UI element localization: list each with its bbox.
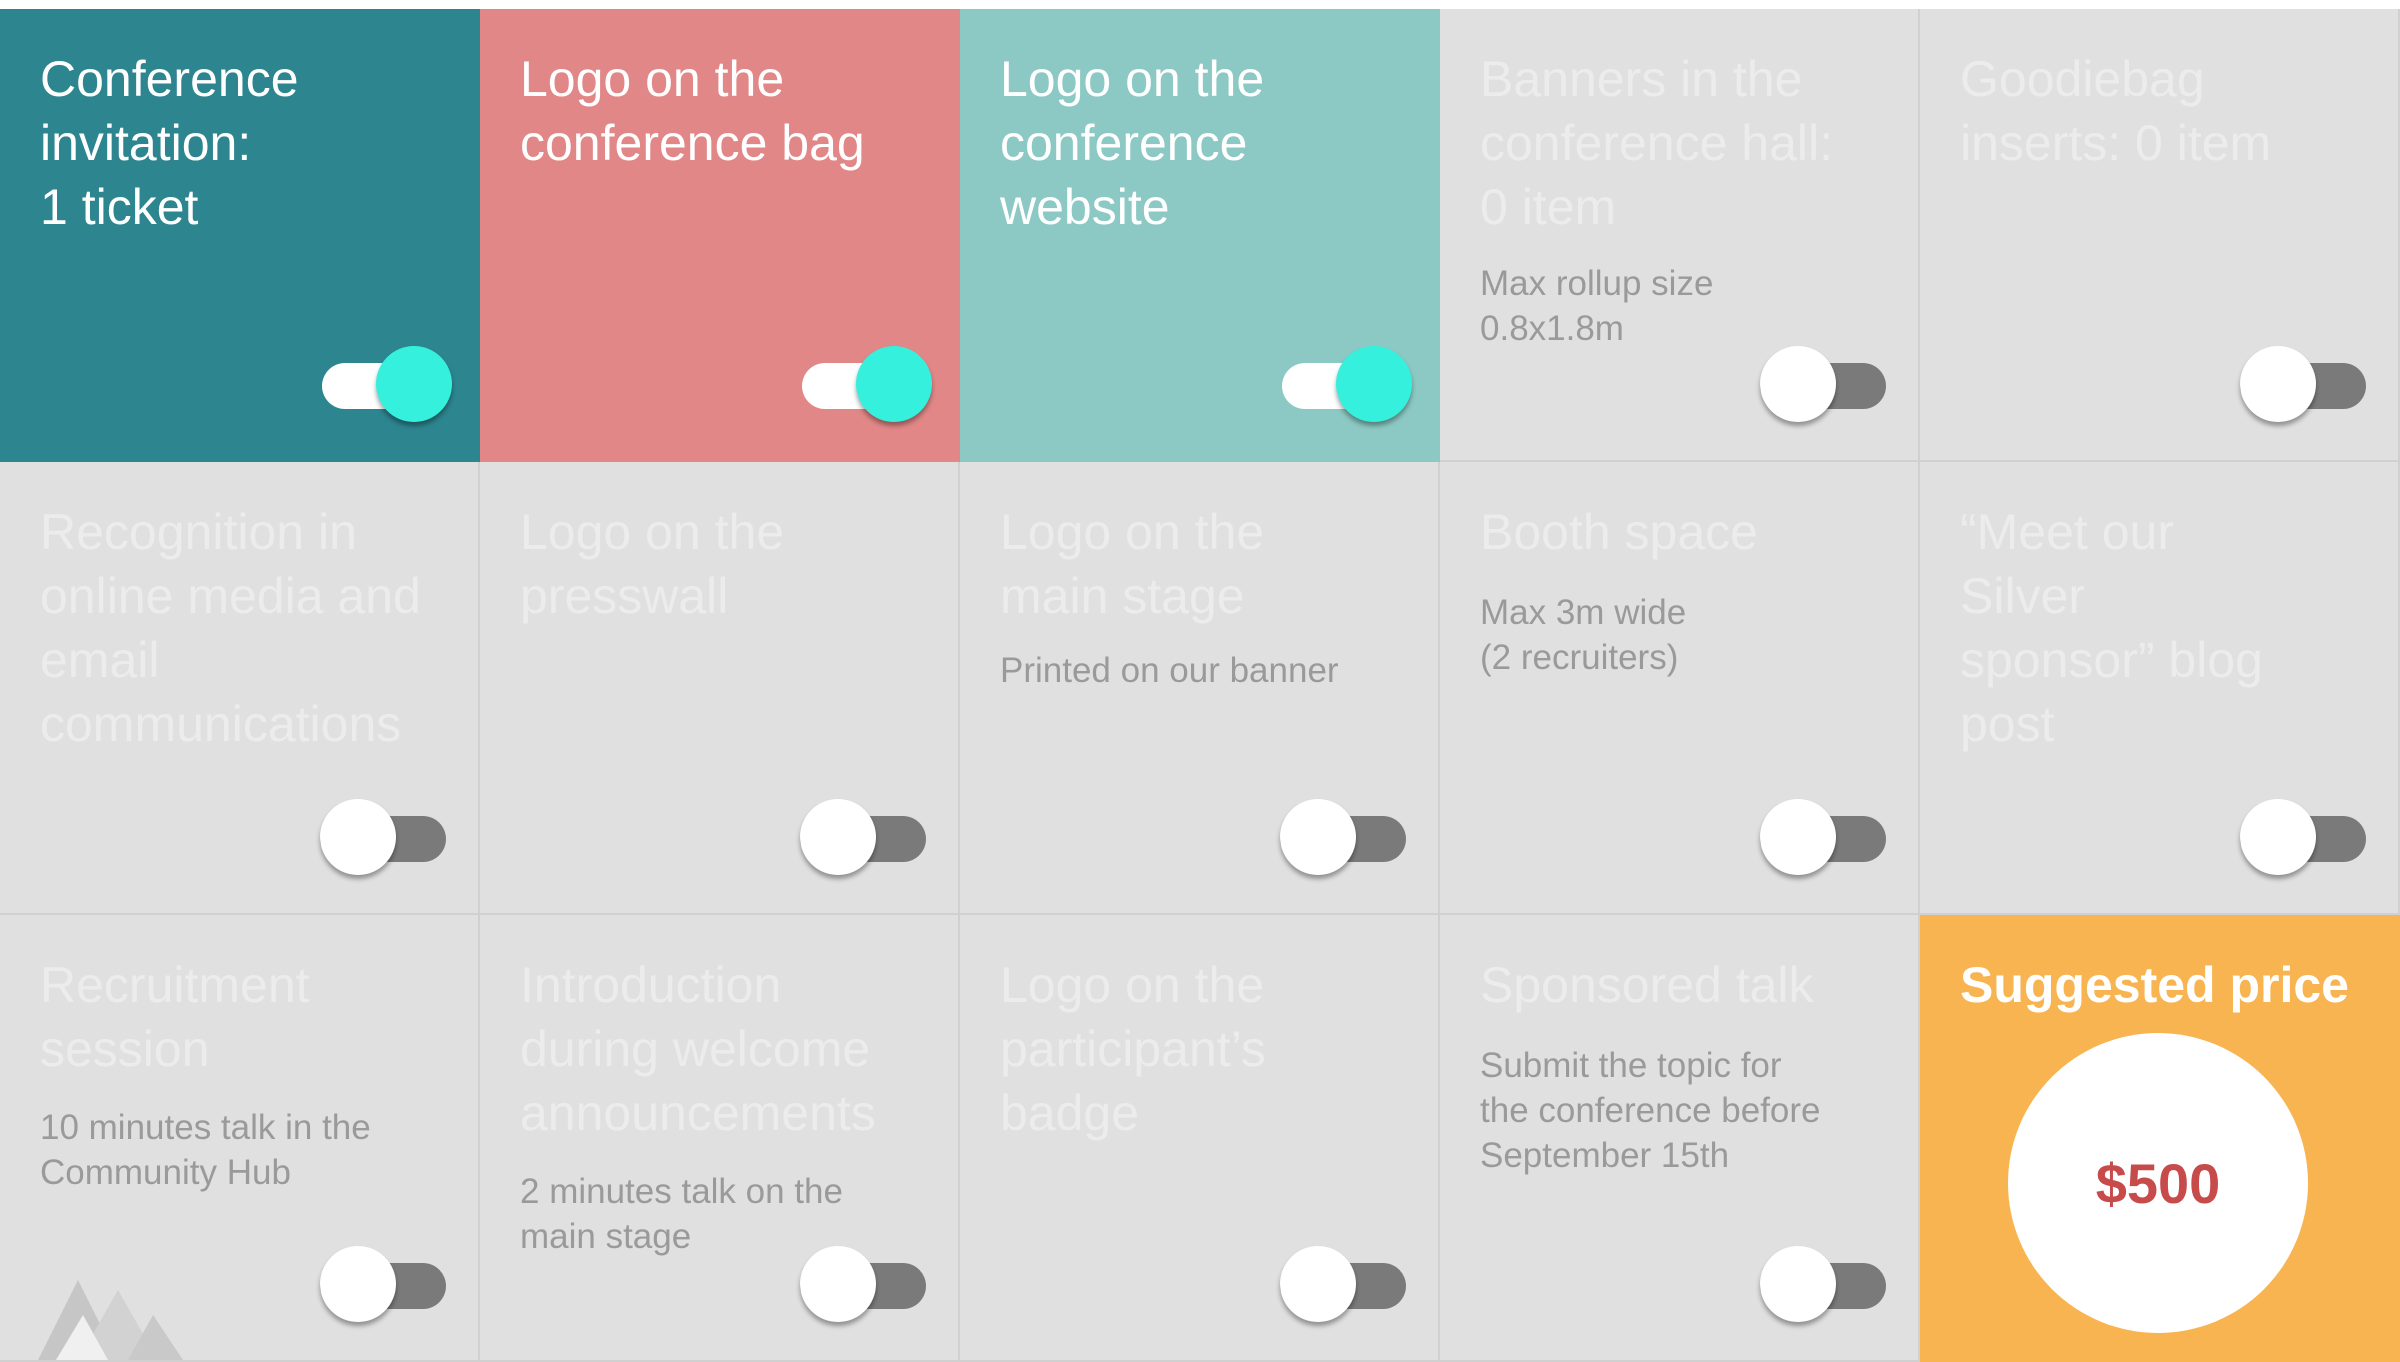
tile-title: “Meet our Silver sponsor” blog post <box>1960 504 2263 752</box>
toggle-switch[interactable] <box>800 346 932 426</box>
toggle-switch[interactable] <box>2240 346 2372 426</box>
tile-title: Logo on the presswall <box>520 504 785 624</box>
toggle-knob[interactable] <box>1336 346 1412 422</box>
tile-logo-presswall[interactable]: Logo on the presswall <box>480 462 960 915</box>
tile-title: Goodiebag inserts: 0 item <box>1960 51 2272 171</box>
toggle-switch[interactable] <box>800 799 932 879</box>
toggle-switch[interactable] <box>1280 799 1412 879</box>
toggle-knob[interactable] <box>320 1246 396 1322</box>
toggle-switch[interactable] <box>800 1246 932 1326</box>
toggle-knob[interactable] <box>2240 799 2316 875</box>
tile-subtitle: Submit the topic for the conference befo… <box>1480 1046 1821 1175</box>
suggested-price-value: $500 <box>2095 1151 2221 1215</box>
toggle-switch[interactable] <box>1760 346 1892 426</box>
tile-logo-main-stage[interactable]: Logo on the main stage Printed on our ba… <box>960 462 1440 915</box>
toggle-switch[interactable] <box>320 346 452 426</box>
toggle-switch[interactable] <box>1760 1246 1892 1326</box>
price-circle: $500 <box>2008 1033 2308 1333</box>
tile-title: Conference invitation: 1 ticket <box>40 51 299 235</box>
tile-banners-conference-hall[interactable]: Banners in the conference hall: 0 item M… <box>1440 9 1920 462</box>
tile-recognition-online-media[interactable]: Recognition in online media and email co… <box>0 462 480 915</box>
tile-title: Introduction during welcome announcement… <box>520 957 876 1141</box>
tile-subtitle: Max rollup size 0.8x1.8m <box>1480 264 1714 348</box>
tile-title: Sponsored talk <box>1480 957 1814 1013</box>
toggle-switch[interactable] <box>1280 346 1412 426</box>
toggle-knob[interactable] <box>1760 346 1836 422</box>
tile-subtitle: 10 minutes talk in the Community Hub <box>40 1108 371 1192</box>
toggle-switch[interactable] <box>320 1246 452 1326</box>
toggle-knob[interactable] <box>1280 799 1356 875</box>
toggle-knob[interactable] <box>2240 346 2316 422</box>
tile-title: Recognition in online media and email co… <box>40 504 421 752</box>
toggle-knob[interactable] <box>320 799 396 875</box>
tile-recruitment-session[interactable]: Recruitment session 10 minutes talk in t… <box>0 915 480 1362</box>
suggested-price-label: Suggested price <box>1960 957 2349 1013</box>
tile-title: Booth space <box>1480 504 1758 560</box>
tile-sponsored-talk[interactable]: Sponsored talk Submit the topic for the … <box>1440 915 1920 1362</box>
toggle-knob[interactable] <box>1760 799 1836 875</box>
toggle-switch[interactable] <box>1280 1246 1412 1326</box>
tile-title: Banners in the conference hall: 0 item <box>1480 51 1834 235</box>
toggle-switch[interactable] <box>320 799 452 879</box>
tile-silver-sponsor-blog-post[interactable]: “Meet our Silver sponsor” blog post <box>1920 462 2400 915</box>
toggle-knob[interactable] <box>800 1246 876 1322</box>
tile-logo-conference-bag[interactable]: Logo on the conference bag <box>480 9 960 462</box>
toggle-switch[interactable] <box>1760 799 1892 879</box>
tile-title: Logo on the conference website <box>1000 51 1265 235</box>
tile-title: Logo on the main stage <box>1000 504 1265 624</box>
tile-title: Logo on the conference bag <box>520 51 865 171</box>
tile-subtitle: Max 3m wide (2 recruiters) <box>1480 593 1687 677</box>
tile-conference-invitation[interactable]: Conference invitation: 1 ticket <box>0 9 480 462</box>
toggle-knob[interactable] <box>376 346 452 422</box>
toggle-switch[interactable] <box>2240 799 2372 879</box>
mountains-watermark-icon <box>38 1280 183 1360</box>
toggle-knob[interactable] <box>856 346 932 422</box>
toggle-knob[interactable] <box>1760 1246 1836 1322</box>
suggested-price-panel: Suggested price $500 <box>1920 915 2400 1362</box>
tile-subtitle: Printed on our banner <box>1000 651 1339 690</box>
tile-title: Logo on the participant’s badge <box>1000 957 1266 1141</box>
tile-introduction-welcome[interactable]: Introduction during welcome announcement… <box>480 915 960 1362</box>
tile-booth-space[interactable]: Booth space Max 3m wide (2 recruiters) <box>1440 462 1920 915</box>
tile-logo-conference-website[interactable]: Logo on the conference website <box>960 9 1440 462</box>
toggle-knob[interactable] <box>1280 1246 1356 1322</box>
tile-logo-participant-badge[interactable]: Logo on the participant’s badge <box>960 915 1440 1362</box>
sponsorship-options-grid: Conference invitation: 1 ticket Logo on … <box>0 9 2400 1362</box>
tile-title: Recruitment session <box>40 957 310 1077</box>
toggle-knob[interactable] <box>800 799 876 875</box>
tile-goodiebag-inserts[interactable]: Goodiebag inserts: 0 item <box>1920 9 2400 462</box>
